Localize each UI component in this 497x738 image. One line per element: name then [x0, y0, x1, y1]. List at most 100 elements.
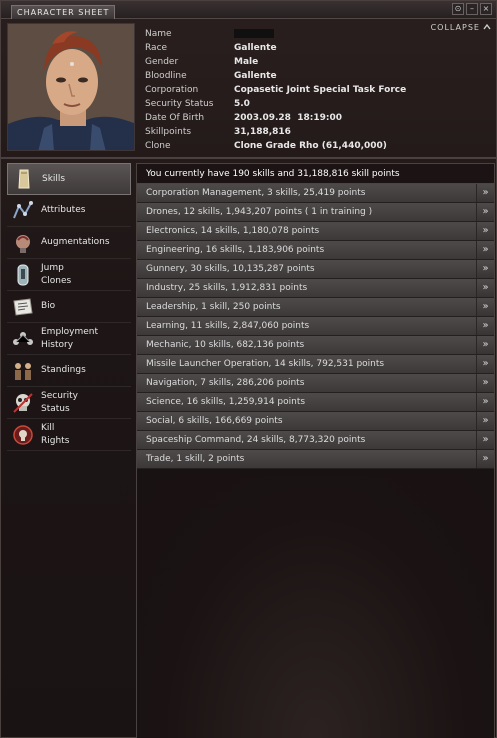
skill-group-row[interactable]: Trade, 1 skill, 2 points » [137, 450, 494, 469]
expand-chevron-icon[interactable]: » [476, 374, 494, 392]
info-label: Gender [145, 57, 179, 67]
skill-group-row[interactable]: Missile Launcher Operation, 14 skills, 7… [137, 355, 494, 374]
expand-chevron-icon[interactable]: » [476, 450, 494, 468]
close-button[interactable]: × [480, 3, 492, 15]
employment-history-icon [11, 327, 35, 351]
sidebar-item-kill-rights[interactable]: Kill Rights [7, 419, 131, 451]
skills-icon [12, 167, 36, 191]
skill-group-list: Corporation Management, 3 skills, 25,419… [137, 184, 494, 469]
info-row-gender: Gender Male [145, 55, 406, 69]
sidebar-item-label: Employment History [41, 326, 99, 350]
sidebar-item-label: Kill Rights [41, 422, 70, 446]
info-label: Bloodline [145, 71, 187, 81]
skill-group-label: Engineering, 16 skills, 1,183,906 points [146, 245, 325, 255]
skill-group-row[interactable]: Social, 6 skills, 166,669 points » [137, 412, 494, 431]
skill-group-row[interactable]: Corporation Management, 3 skills, 25,419… [137, 184, 494, 203]
info-value: 2003.09.28 18:19:00 [234, 113, 342, 123]
sidebar-item-label: Bio [41, 301, 56, 311]
sidebar-item-skills[interactable]: Skills [7, 163, 131, 195]
expand-chevron-icon[interactable]: » [476, 222, 494, 240]
info-label: Date Of Birth [145, 113, 205, 123]
character-portrait [7, 23, 135, 151]
skill-group-label: Spaceship Command, 24 skills, 8,773,320 … [146, 435, 366, 445]
skill-group-label: Missile Launcher Operation, 14 skills, 7… [146, 359, 385, 369]
expand-chevron-icon[interactable]: » [476, 298, 494, 316]
skill-group-row[interactable]: Leadership, 1 skill, 250 points » [137, 298, 494, 317]
skill-group-row[interactable]: Engineering, 16 skills, 1,183,906 points… [137, 241, 494, 260]
info-row-date-of-birth: Date Of Birth 2003.09.28 18:19:00 [145, 111, 406, 125]
skills-panel: You currently have 190 skills and 31,188… [136, 163, 495, 738]
attributes-icon [11, 199, 35, 223]
title-bar[interactable]: CHARACTER SHEET ⊙ – × [1, 1, 496, 19]
minimize-button[interactable]: – [466, 3, 478, 15]
expand-chevron-icon[interactable]: » [476, 412, 494, 430]
info-value: Gallente [234, 43, 277, 53]
info-label: Race [145, 43, 168, 53]
skill-group-label: Learning, 11 skills, 2,847,060 points [146, 321, 310, 331]
skill-group-row[interactable]: Learning, 11 skills, 2,847,060 points » [137, 317, 494, 336]
sidebar-item-label: Security Status [41, 390, 78, 414]
sidebar-item-bio[interactable]: Bio [7, 291, 131, 323]
info-value: 31,188,816 [234, 127, 291, 137]
sidebar-item-jump-clones[interactable]: Jump Clones [7, 259, 131, 291]
sidebar-item-standings[interactable]: Standings [7, 355, 131, 387]
sidebar-item-label: Standings [41, 365, 86, 375]
expand-chevron-icon[interactable]: » [476, 279, 494, 297]
expand-chevron-icon[interactable]: » [476, 431, 494, 449]
skill-group-label: Electronics, 14 skills, 1,180,078 points [146, 226, 320, 236]
info-value: Male [234, 57, 259, 67]
skill-group-label: Science, 16 skills, 1,259,914 points [146, 397, 306, 407]
skill-group-label: Leadership, 1 skill, 250 points [146, 302, 281, 312]
bio-icon [11, 295, 35, 319]
expand-chevron-icon[interactable]: » [476, 336, 494, 354]
character-sheet-window: CHARACTER SHEET ⊙ – × COLLAPSE Name Race… [0, 0, 497, 738]
expand-chevron-icon[interactable]: » [476, 184, 494, 202]
expand-chevron-icon[interactable]: » [476, 393, 494, 411]
sidebar-item-augmentations[interactable]: Augmentations [7, 227, 131, 259]
window-title: CHARACTER SHEET [11, 5, 116, 19]
collapse-button[interactable]: COLLAPSE [431, 23, 480, 32]
skill-group-row[interactable]: Navigation, 7 skills, 286,206 points » [137, 374, 494, 393]
sidebar-item-employment-history[interactable]: Employment History [7, 323, 131, 355]
empty-panel-area [137, 476, 494, 738]
skill-group-row[interactable]: Spaceship Command, 24 skills, 8,773,320 … [137, 431, 494, 450]
expand-chevron-icon[interactable]: » [476, 241, 494, 259]
window-controls: ⊙ – × [452, 3, 492, 15]
header-divider [1, 157, 496, 159]
info-label: Corporation [145, 85, 199, 95]
jump-clones-icon [11, 263, 35, 287]
expand-chevron-icon[interactable]: » [476, 317, 494, 335]
skill-group-label: Drones, 12 skills, 1,943,207 points ( 1 … [146, 207, 373, 217]
skill-group-row[interactable]: Science, 16 skills, 1,259,914 points » [137, 393, 494, 412]
info-row-skillpoints: Skillpoints 31,188,816 [145, 125, 406, 139]
skills-summary: You currently have 190 skills and 31,188… [137, 164, 494, 184]
kill-rights-icon [11, 423, 35, 447]
expand-chevron-icon[interactable]: » [476, 355, 494, 373]
skill-group-row[interactable]: Industry, 25 skills, 1,912,831 points » [137, 279, 494, 298]
sidebar-item-label: Augmentations [41, 237, 110, 247]
character-info: Name Race Gallente Gender Male Bloodline… [145, 27, 406, 153]
skill-group-row[interactable]: Electronics, 14 skills, 1,180,078 points… [137, 222, 494, 241]
sidebar-item-label: Jump Clones [41, 262, 72, 286]
sidebar-item-attributes[interactable]: Attributes [7, 195, 131, 227]
info-row-bloodline: Bloodline Gallente [145, 69, 406, 83]
skill-group-row[interactable]: Gunnery, 30 skills, 10,135,287 points » [137, 260, 494, 279]
sidebar-nav: Skills Attributes Augmentations Jump Clo… [7, 163, 131, 451]
info-label: Security Status [145, 99, 214, 109]
skill-group-row[interactable]: Drones, 12 skills, 1,943,207 points ( 1 … [137, 203, 494, 222]
skill-group-row[interactable]: Mechanic, 10 skills, 682,136 points » [137, 336, 494, 355]
security-status-icon [11, 391, 35, 415]
character-name [234, 27, 274, 41]
skill-group-label: Social, 6 skills, 166,669 points [146, 416, 283, 426]
skill-group-label: Gunnery, 30 skills, 10,135,287 points [146, 264, 315, 274]
sidebar-item-security-status[interactable]: Security Status [7, 387, 131, 419]
skill-group-label: Navigation, 7 skills, 286,206 points [146, 378, 305, 388]
collapse-icon[interactable] [482, 22, 492, 35]
expand-chevron-icon[interactable]: » [476, 260, 494, 278]
skill-group-label: Trade, 1 skill, 2 points [146, 454, 245, 464]
corporation-link[interactable]: Copasetic Joint Special Task Force [234, 83, 406, 97]
info-value: Gallente [234, 71, 277, 81]
skill-group-label: Corporation Management, 3 skills, 25,419… [146, 188, 366, 198]
window-info-button[interactable]: ⊙ [452, 3, 464, 15]
expand-chevron-icon[interactable]: » [476, 203, 494, 221]
